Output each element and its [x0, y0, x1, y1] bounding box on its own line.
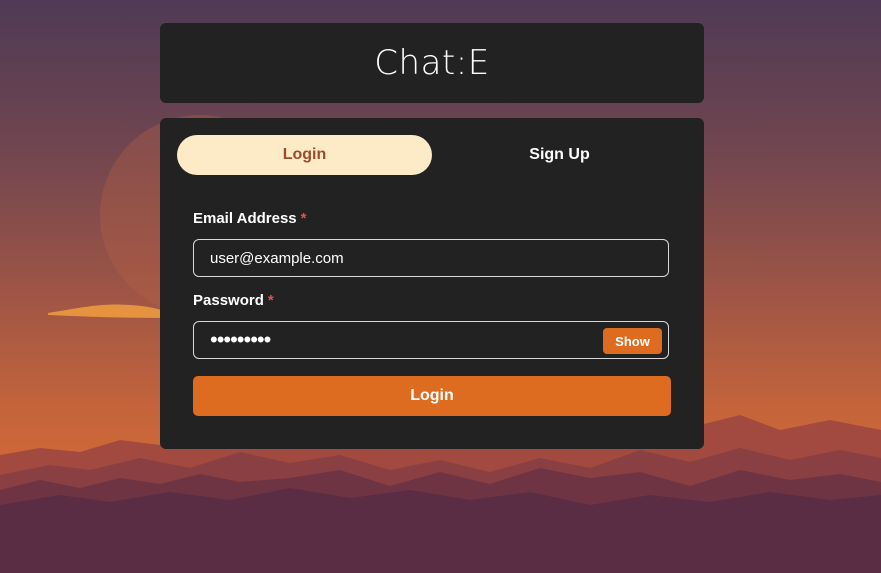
app-header-card: Chat:E — [160, 23, 704, 103]
email-required-mark: * — [300, 210, 307, 227]
password-field[interactable]: ••••••••• Show — [193, 321, 669, 359]
auth-tabs: Login Sign Up — [177, 135, 687, 175]
auth-card: Login Sign Up Email Address * user@exampl… — [160, 118, 704, 449]
email-label-text: Email Address — [193, 210, 297, 227]
email-field[interactable]: user@example.com — [193, 239, 669, 277]
password-value: ••••••••• — [210, 327, 271, 352]
password-required-mark: * — [267, 292, 274, 309]
app-title: Chat:E — [374, 43, 490, 83]
login-submit-button[interactable]: Login — [193, 376, 671, 416]
tab-sign-up[interactable]: Sign Up — [432, 135, 687, 175]
email-label: Email Address * — [193, 210, 307, 227]
email-value: user@example.com — [210, 250, 344, 267]
tab-login[interactable]: Login — [177, 135, 432, 175]
show-password-button[interactable]: Show — [603, 328, 662, 354]
password-label-text: Password — [193, 292, 264, 309]
password-label: Password * — [193, 292, 274, 309]
